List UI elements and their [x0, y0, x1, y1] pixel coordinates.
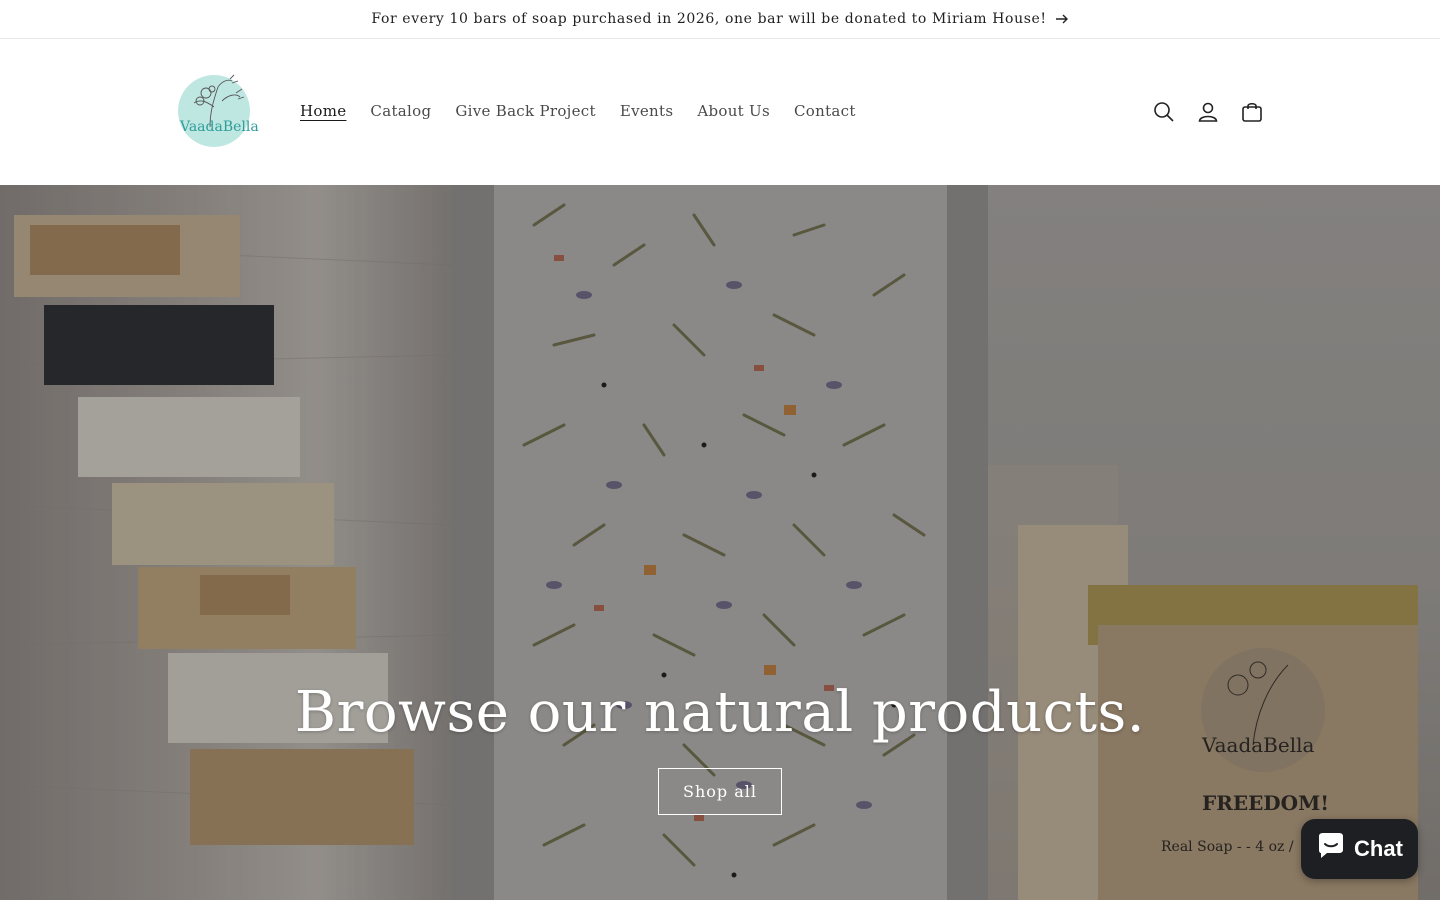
- site-logo[interactable]: VaadaBella: [170, 71, 260, 151]
- nav-home[interactable]: Home: [288, 99, 358, 123]
- arrow-right-icon[interactable]: [1055, 13, 1069, 25]
- cart-icon[interactable]: [1230, 96, 1274, 128]
- chat-label: Chat: [1354, 836, 1403, 861]
- account-icon[interactable]: [1186, 96, 1230, 128]
- nav-catalog[interactable]: Catalog: [358, 99, 443, 123]
- nav-about-us[interactable]: About Us: [685, 99, 782, 123]
- site-header: VaadaBella Home Catalog Give Back Projec…: [0, 39, 1440, 185]
- chat-bubble-icon: [1316, 832, 1346, 866]
- announcement-bar[interactable]: For every 10 bars of soap purchased in 2…: [0, 0, 1440, 39]
- chat-button[interactable]: Chat: [1301, 819, 1418, 879]
- header-icons: [1142, 96, 1274, 128]
- announcement-text[interactable]: For every 10 bars of soap purchased in 2…: [371, 11, 1046, 27]
- nav-contact[interactable]: Contact: [782, 99, 868, 123]
- main-nav: Home Catalog Give Back Project Events Ab…: [288, 99, 868, 123]
- search-icon[interactable]: [1142, 96, 1186, 128]
- hero-title: Browse our natural products.: [294, 680, 1146, 745]
- logo-wordmark: VaadaBella: [179, 119, 259, 135]
- nav-events[interactable]: Events: [608, 99, 686, 123]
- hero-banner: VaadaBella FREEDOM! Real Soap - - 4 oz /…: [0, 185, 1440, 900]
- nav-give-back-project[interactable]: Give Back Project: [443, 99, 607, 123]
- shop-all-button[interactable]: Shop all: [658, 768, 782, 815]
